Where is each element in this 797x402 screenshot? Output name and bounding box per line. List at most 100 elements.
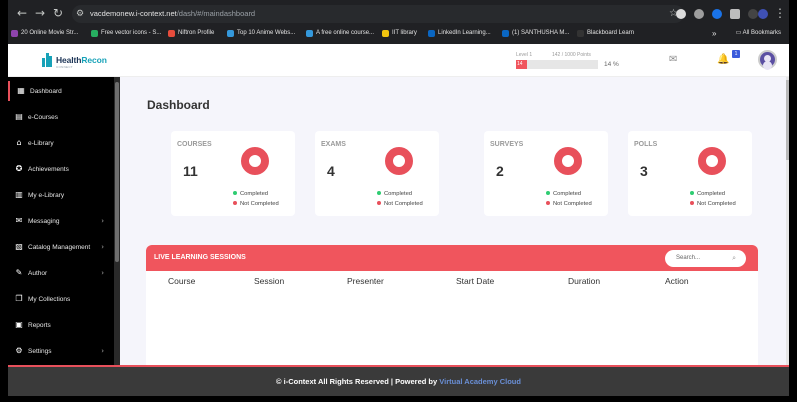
bookmark-item[interactable]: IIT library [382,27,417,40]
address-bar[interactable]: ⚙ vacdemonew.i-context.net/dash/#/mainda… [72,5,684,23]
sidebar-item-catalog-management[interactable]: ▧ Catalog Management › [8,237,116,257]
main-content: Dashboard COURSES 11 Completed Not Compl… [120,77,786,365]
legend-completed: Completed [690,191,725,197]
exams-card[interactable]: EXAMS 4 Completed Not Completed [315,131,439,216]
bookmarks-bar: 20 Online Movie Str... Free vector icons… [8,27,789,40]
legend-completed: Completed [546,191,581,197]
site-info-icon[interactable]: ⚙ [76,5,84,23]
legend-not-completed: Not Completed [546,201,592,207]
card-value: 2 [496,163,504,179]
legend-completed: Completed [233,191,268,197]
not-completed-dot-icon [690,201,694,206]
main-scrollbar-thumb[interactable] [786,80,789,160]
footer-text: © i-Context All Rights Reserved | Powere… [8,367,789,396]
card-label: EXAMS [321,141,346,148]
column-header-action[interactable]: Action [665,276,689,286]
bookmark-item[interactable]: LinkedIn Learning... [428,27,491,40]
bookmark-item[interactable]: Free vector icons - S... [91,27,161,40]
sidebar-item-messaging[interactable]: ✉ Messaging › [8,211,116,231]
app-header: HealthRecon CONNECT Level 1 142 / 1000 P… [8,44,789,77]
extension-icon[interactable] [676,9,686,19]
sidebar-item-reports[interactable]: ▣ Reports [8,315,116,335]
forward-icon[interactable]: → [32,5,48,21]
completion-donut-chart [554,147,582,175]
polls-card[interactable]: POLLS 3 Completed Not Completed [628,131,752,216]
completed-dot-icon [233,191,237,196]
profile-icon[interactable] [758,9,768,19]
card-label: POLLS [634,141,658,148]
chevron-right-icon: › [101,347,104,355]
sidebar-item-e-courses[interactable]: ▤ e-Courses [8,107,116,127]
bookmark-item[interactable]: (1) SANTHUSHA M... [502,27,569,40]
bookmark-item[interactable]: 20 Online Movie Str... [11,27,78,40]
achievements-icon: ✪ [15,164,23,173]
sidebar-item-e-library[interactable]: ⌂ e-Library [8,133,116,153]
chevron-right-icon: › [101,269,104,277]
bookmarks-overflow-icon[interactable]: » [712,27,716,40]
browser-chrome: ← → ↻ ⚙ vacdemonew.i-context.net/dash/#/… [8,0,789,44]
extension-icon[interactable] [712,9,722,19]
search-icon[interactable]: ⌕ [732,250,736,267]
column-header-course[interactable]: Course [168,276,195,286]
user-avatar[interactable] [758,50,777,69]
sessions-search-input[interactable]: Search... ⌕ [665,250,746,267]
card-label: COURSES [177,141,212,148]
author-icon: ✎ [15,268,23,277]
browser-toolbar: ← → ↻ ⚙ vacdemonew.i-context.net/dash/#/… [8,4,789,24]
notification-badge: 1 [732,50,740,58]
bookmark-item[interactable]: A free online course... [306,27,374,40]
surveys-card[interactable]: SURVEYS 2 Completed Not Completed [484,131,608,216]
sidebar-item-label: Achievements [28,165,69,173]
courses-icon: ▤ [15,112,23,121]
sidebar-item-label: Dashboard [30,87,62,95]
extensions-puzzle-icon[interactable] [730,9,740,19]
panel-header: LIVE LEARNING SESSIONS Search... ⌕ [146,245,758,271]
sidebar-item-label: Catalog Management [28,243,91,251]
sidebar-scrollbar-thumb[interactable] [115,82,119,262]
column-header-start-date[interactable]: Start Date [456,276,494,286]
bookmark-item[interactable]: Blackboard Learn [577,27,634,40]
bookmark-favicon [428,30,435,37]
level-label: Level 1 [516,52,533,58]
mail-icon[interactable]: ✉ [669,55,677,65]
sidebar-item-settings[interactable]: ⚙ Settings › [8,341,116,361]
points-progress-fill: 14 % [516,60,528,76]
points-progress-percent: 14 % [604,61,619,68]
sidebar-item-label: My Collections [28,295,71,303]
all-bookmarks-button[interactable]: ▭ All Bookmarks [736,27,781,40]
reload-icon[interactable]: ↻ [50,5,66,21]
card-value: 3 [640,163,648,179]
bookmark-item[interactable]: Niftron Profile [168,27,214,40]
logo-subtitle: CONNECT [56,65,73,69]
live-learning-sessions-panel: LIVE LEARNING SESSIONS Search... ⌕ Cours… [146,245,758,365]
sidebar-item-author[interactable]: ✎ Author › [8,263,116,283]
sidebar-item-dashboard[interactable]: ▦ Dashboard [8,81,116,101]
completed-dot-icon [690,191,694,196]
healthrecon-logo[interactable]: HealthRecon CONNECT [42,53,107,69]
completion-donut-chart [698,147,726,175]
column-header-duration[interactable]: Duration [568,276,600,286]
bookmark-favicon [577,30,584,37]
sidebar-item-my-e-library[interactable]: ▥ My e-Library [8,185,116,205]
sidebar-item-my-collections[interactable]: ❐ My Collections [8,289,116,309]
completed-dot-icon [546,191,550,196]
dashboard-icon: ▦ [17,86,25,95]
sidebar-item-achievements[interactable]: ✪ Achievements [8,159,116,179]
chevron-right-icon: › [101,217,104,225]
bookmark-item[interactable]: Top 10 Anime Webs... [227,27,295,40]
courses-card[interactable]: COURSES 11 Completed Not Completed [171,131,295,216]
bell-icon[interactable]: 🔔 [717,55,729,65]
bookmark-favicon [168,30,175,37]
bookmark-favicon [11,30,18,37]
library-icon: ⌂ [16,138,22,147]
card-value: 4 [327,163,335,179]
page-title: Dashboard [147,98,210,112]
back-icon[interactable]: ← [14,5,30,21]
extension-icon[interactable] [694,9,704,19]
menu-kebab-icon[interactable]: ⋮ [772,5,788,21]
panel-title: LIVE LEARNING SESSIONS [154,254,246,261]
column-header-session[interactable]: Session [254,276,284,286]
legend-not-completed: Not Completed [233,201,279,207]
powered-by-link[interactable]: Virtual Academy Cloud [439,377,521,386]
column-header-presenter[interactable]: Presenter [347,276,384,286]
